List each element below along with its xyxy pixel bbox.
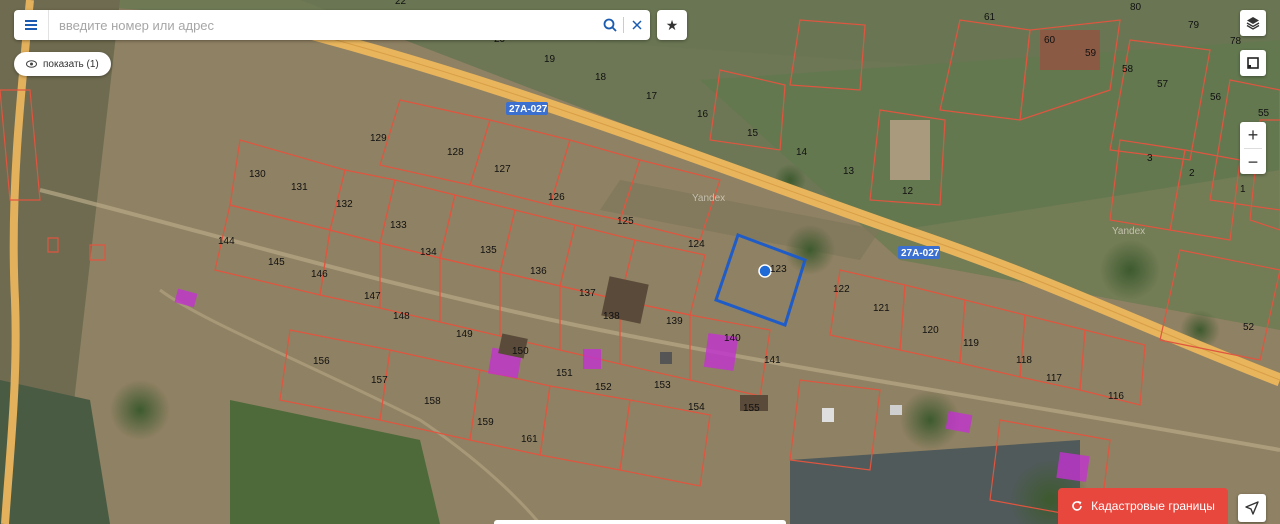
ruler-icon [1247, 57, 1259, 69]
parcel-label: 79 [1188, 20, 1200, 31]
parcel-label: 133 [390, 220, 407, 231]
eye-icon [26, 60, 37, 68]
road-label: 27A-027 [509, 104, 548, 115]
parcel-label: 123 [770, 264, 787, 275]
parcel-label: 15 [747, 128, 759, 139]
parcel-label: 135 [480, 245, 497, 256]
bottom-panel-handle[interactable] [494, 520, 786, 524]
parcel-label: 151 [556, 368, 573, 379]
parcel-label: 156 [313, 356, 330, 367]
parcel-label: 153 [654, 380, 671, 391]
parcel-label: 22 [395, 0, 407, 7]
parcel-label: 146 [311, 269, 328, 280]
parcel-label: 13 [843, 166, 855, 177]
layers-icon [1246, 17, 1260, 30]
parcel-label: 126 [548, 192, 565, 203]
parcel-label: 56 [1210, 92, 1222, 103]
parcel-label: 61 [984, 12, 996, 23]
parcel-label: 152 [595, 382, 612, 393]
cadastral-borders-button[interactable]: Кадастровые границы [1058, 488, 1228, 524]
parcel-label: 119 [963, 338, 979, 349]
parcel-label: 124 [688, 239, 705, 250]
zoom-in-icon: + [1247, 124, 1259, 145]
watermark: Yandex [692, 193, 725, 204]
parcel-label: 145 [268, 257, 285, 268]
parcel-label: 134 [420, 247, 437, 258]
parcel-label: 60 [1044, 35, 1056, 46]
search-icon [603, 18, 617, 32]
parcel-label: 122 [833, 284, 850, 295]
layers-button[interactable] [1240, 10, 1266, 36]
parcel-label: 132 [336, 199, 353, 210]
parcel-label: 80 [1130, 2, 1142, 13]
parcel-label: 141 [764, 355, 781, 366]
parcel-label: 14 [796, 147, 808, 158]
search-bar [14, 10, 650, 40]
parcel-label: 127 [494, 164, 511, 175]
parcel-label: 3 [1147, 153, 1153, 164]
parcel-label: 140 [724, 333, 741, 344]
parcel-label: 157 [371, 375, 388, 386]
parcel-label: 121 [873, 303, 890, 314]
parcel-label: 154 [688, 402, 705, 413]
parcel-label: 78 [1230, 36, 1242, 47]
parcel-label: 161 [521, 434, 538, 445]
favorites-button[interactable]: ★ [657, 10, 687, 40]
parcel-label: 58 [1122, 64, 1134, 75]
parcel-label: 18 [595, 72, 607, 83]
parcel-label: 158 [424, 396, 441, 407]
parcel-label: 150 [512, 346, 529, 357]
star-icon: ★ [665, 16, 679, 33]
parcel-label: 128 [447, 147, 464, 158]
parcel-label: 116 [1108, 391, 1124, 402]
parcel-label: 147 [364, 291, 381, 302]
parcel-label: 148 [393, 311, 410, 322]
parcel-label: 139 [666, 316, 683, 327]
parcel-label: 144 [218, 236, 235, 247]
parcel-label: 129 [370, 133, 387, 144]
search-button[interactable] [597, 10, 623, 40]
parcel-label: 117 [1046, 373, 1062, 384]
measure-button[interactable] [1240, 50, 1266, 76]
parcel-label: 2 [1189, 168, 1195, 179]
parcel-label: 19 [544, 54, 556, 65]
parcel-label: 131 [291, 182, 308, 193]
parcel-label: 125 [617, 216, 634, 227]
menu-button[interactable] [14, 10, 49, 40]
parcel-label: 1 [1240, 184, 1246, 195]
parcel-label: 155 [743, 403, 760, 414]
parcel-label: 120 [922, 325, 939, 336]
parcel-label: 55 [1258, 108, 1270, 119]
parcel-label: 17 [646, 91, 658, 102]
parcel-label: 57 [1157, 79, 1169, 90]
watermark: Yandex [1112, 226, 1145, 237]
show-button-label: показать (1) [43, 58, 99, 70]
menu-icon [25, 24, 37, 26]
parcel-label: 159 [477, 417, 494, 428]
parcel-label: 12 [902, 186, 914, 197]
zoom-out-button[interactable]: − [1240, 149, 1266, 175]
parcel-label: 137 [579, 288, 596, 299]
map-canvas[interactable]: 27A-027 27A-027 Yandex Yandex 80 79 78 6… [0, 0, 1280, 524]
show-button[interactable]: показать (1) [14, 52, 111, 76]
zoom-out-icon: − [1247, 151, 1259, 172]
parcel-label: 138 [603, 311, 620, 322]
parcel-label: 149 [456, 329, 473, 340]
search-input[interactable] [49, 11, 597, 39]
zoom-controls: + − [1240, 122, 1266, 174]
parcel-label: 118 [1016, 355, 1032, 366]
cadastral-borders-label: Кадастровые границы [1091, 499, 1215, 513]
zoom-in-button[interactable]: + [1240, 122, 1266, 148]
close-icon [632, 20, 642, 30]
parcel-label: 136 [530, 266, 547, 277]
parcel-label: 16 [697, 109, 709, 120]
parcel-label: 130 [249, 169, 266, 180]
clear-button[interactable] [624, 10, 650, 40]
parcel-label: 59 [1085, 48, 1097, 59]
parcel-label: 52 [1243, 322, 1255, 333]
locate-button[interactable] [1238, 494, 1266, 522]
navigation-icon [1245, 501, 1259, 515]
road-label: 27A-027 [901, 248, 940, 259]
refresh-icon [1072, 501, 1082, 511]
